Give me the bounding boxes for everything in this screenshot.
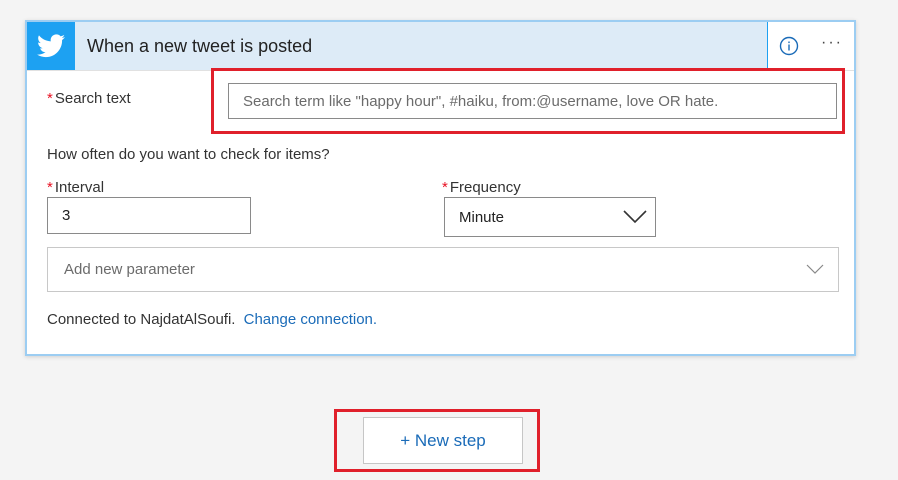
add-parameter-select[interactable]: Add new parameter xyxy=(47,247,839,292)
required-mark: * xyxy=(47,90,53,107)
interval-input[interactable]: 3 xyxy=(47,197,251,234)
trigger-title-bar[interactable]: When a new tweet is posted xyxy=(27,22,768,70)
more-options-icon[interactable]: ··· xyxy=(821,34,843,52)
search-text-label-group: * Search text xyxy=(47,90,131,107)
search-highlight-box xyxy=(211,68,845,134)
trigger-title: When a new tweet is posted xyxy=(87,36,313,56)
chevron-down-icon xyxy=(806,264,824,274)
frequency-label-group: * Frequency xyxy=(442,179,521,196)
twitter-bird-icon xyxy=(37,34,65,58)
interval-label: Interval xyxy=(54,179,105,196)
frequency-label: Frequency xyxy=(449,179,521,196)
change-connection-link[interactable]: Change connection. xyxy=(244,311,377,328)
info-icon[interactable] xyxy=(779,36,799,56)
connection-text: Connected to NajdatAlSoufi. xyxy=(47,311,236,328)
search-text-label: Search text xyxy=(54,90,131,107)
connection-info: Connected to NajdatAlSoufi. Change conne… xyxy=(47,311,377,328)
interval-value: 3 xyxy=(62,207,71,224)
frequency-select[interactable]: Minute xyxy=(444,197,656,237)
interval-label-group: * Interval xyxy=(47,179,104,196)
add-parameter-placeholder: Add new parameter xyxy=(64,261,195,278)
required-mark: * xyxy=(47,179,53,196)
chevron-down-icon xyxy=(623,210,647,224)
twitter-tile xyxy=(27,22,75,70)
trigger-header[interactable]: When a new tweet is posted ··· xyxy=(27,22,854,71)
required-mark: * xyxy=(442,179,448,196)
new-step-highlight-box xyxy=(334,409,540,472)
frequency-value: Minute xyxy=(459,208,505,226)
frequency-question: How often do you want to check for items… xyxy=(47,146,330,163)
